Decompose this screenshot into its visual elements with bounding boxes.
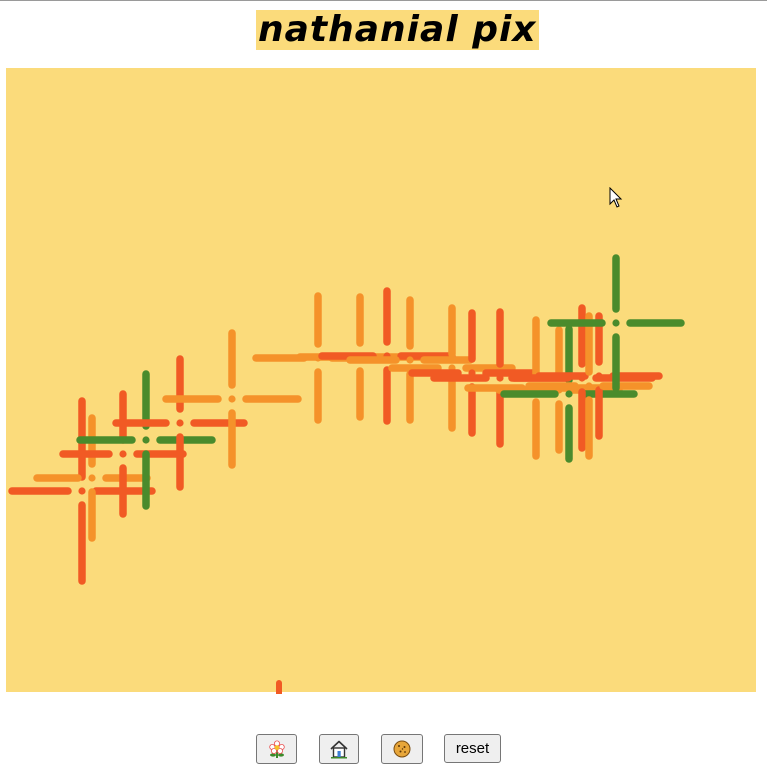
cookie-button[interactable] (381, 734, 423, 764)
flower-icon (268, 740, 285, 758)
cookie-icon (393, 740, 411, 758)
drawing-surface[interactable] (6, 68, 756, 692)
toolbar: reset (0, 734, 767, 766)
mouse-cursor-icon (609, 187, 623, 208)
stray-stroke (276, 680, 282, 694)
page-title: nathanial pix (256, 9, 539, 50)
house-button[interactable] (319, 734, 359, 764)
house-icon (330, 740, 348, 759)
drawing-canvas[interactable] (6, 68, 756, 692)
reset-button[interactable]: reset (444, 734, 501, 763)
flower-button[interactable] (256, 734, 297, 764)
top-divider (0, 0, 767, 1)
